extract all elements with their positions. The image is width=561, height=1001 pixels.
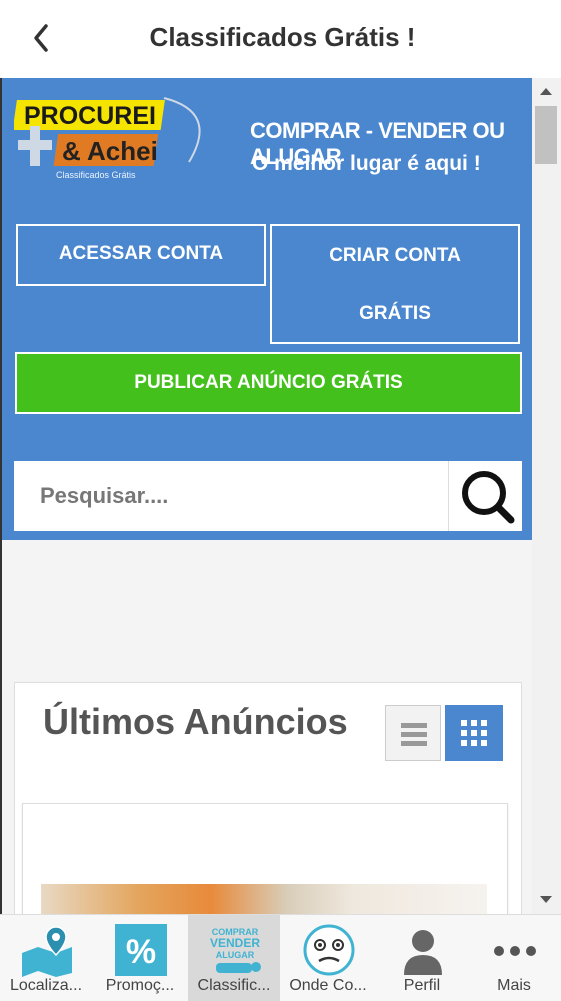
web-content: PROCUREI & Achei Classificados Grátis CO… <box>0 78 534 914</box>
list-view-button[interactable] <box>385 705 441 761</box>
tab-label: Perfil <box>403 977 441 994</box>
classifieds-icon-text-2: VENDER <box>210 936 260 950</box>
user-icon <box>404 930 442 975</box>
list-view-icon <box>401 723 427 746</box>
classifieds-icon: COMPRAR VENDER ALUGAR <box>210 927 261 973</box>
login-button[interactable]: ACESSAR CONTA <box>16 224 266 286</box>
more-icon <box>494 946 536 956</box>
tab-label: Mais <box>497 977 531 994</box>
scroll-down-arrow-icon[interactable] <box>540 896 552 903</box>
latest-ads-title: Últimos Anúncios <box>43 701 348 742</box>
tab-mais[interactable]: Mais <box>468 915 560 1001</box>
map-pin-icon <box>22 926 72 977</box>
tab-localizacao[interactable]: Localiza... <box>0 915 92 1001</box>
procurei-achei-logo: PROCUREI & Achei Classificados Grátis <box>14 97 201 180</box>
tab-classificados[interactable]: COMPRAR VENDER ALUGAR Classific... <box>188 915 280 1001</box>
classifieds-icon-text-3: ALUGAR <box>216 950 255 960</box>
create-account-label-2: GRÁTIS <box>359 303 431 324</box>
percent-icon: % <box>115 924 167 976</box>
ad-card[interactable] <box>22 803 508 914</box>
search-bar <box>14 461 522 531</box>
tab-label: Localiza... <box>9 977 83 994</box>
scrollbar[interactable] <box>532 78 561 914</box>
app-header: Classificados Grátis ! <box>0 0 561 78</box>
bottom-tab-bar: Localiza... % Promoç... COMPRAR VENDER A… <box>0 914 561 1001</box>
search-input[interactable] <box>14 461 446 531</box>
search-button[interactable] <box>448 461 523 531</box>
publish-ad-button[interactable]: PUBLICAR ANÚNCIO GRÁTIS <box>15 352 522 414</box>
page-title: Classificados Grátis ! <box>149 22 416 52</box>
tab-perfil[interactable]: Perfil <box>376 915 468 1001</box>
tab-label: Promoç... <box>105 977 175 994</box>
logo-line3: Classificados Grátis <box>56 170 136 180</box>
svg-text:%: % <box>126 933 156 971</box>
create-account-label-1: CRIAR CONTA <box>329 245 461 266</box>
tab-promocoes[interactable]: % Promoç... <box>94 915 186 1001</box>
tab-label: Classific... <box>197 977 271 994</box>
ad-thumbnail <box>41 884 487 914</box>
grid-view-button[interactable] <box>445 705 503 761</box>
scroll-thumb[interactable] <box>535 106 557 164</box>
create-account-button[interactable]: CRIAR CONTA GRÁTIS <box>270 224 520 344</box>
scroll-up-arrow-icon[interactable] <box>540 88 552 95</box>
logo-line1: PROCUREI <box>24 102 156 130</box>
logo-line2: & Achei <box>62 136 158 166</box>
search-icon <box>462 471 515 524</box>
hero-tagline-secondary: O melhor lugar é aqui ! <box>252 152 481 175</box>
latest-ads-panel: Últimos Anúncios <box>14 682 522 914</box>
grid-view-icon <box>461 720 487 746</box>
hero-banner: PROCUREI & Achei Classificados Grátis CO… <box>2 78 534 540</box>
tab-label: Onde Co... <box>289 977 367 994</box>
face-icon <box>303 924 355 976</box>
tab-onde-comprar[interactable]: Onde Co... <box>282 915 374 1001</box>
